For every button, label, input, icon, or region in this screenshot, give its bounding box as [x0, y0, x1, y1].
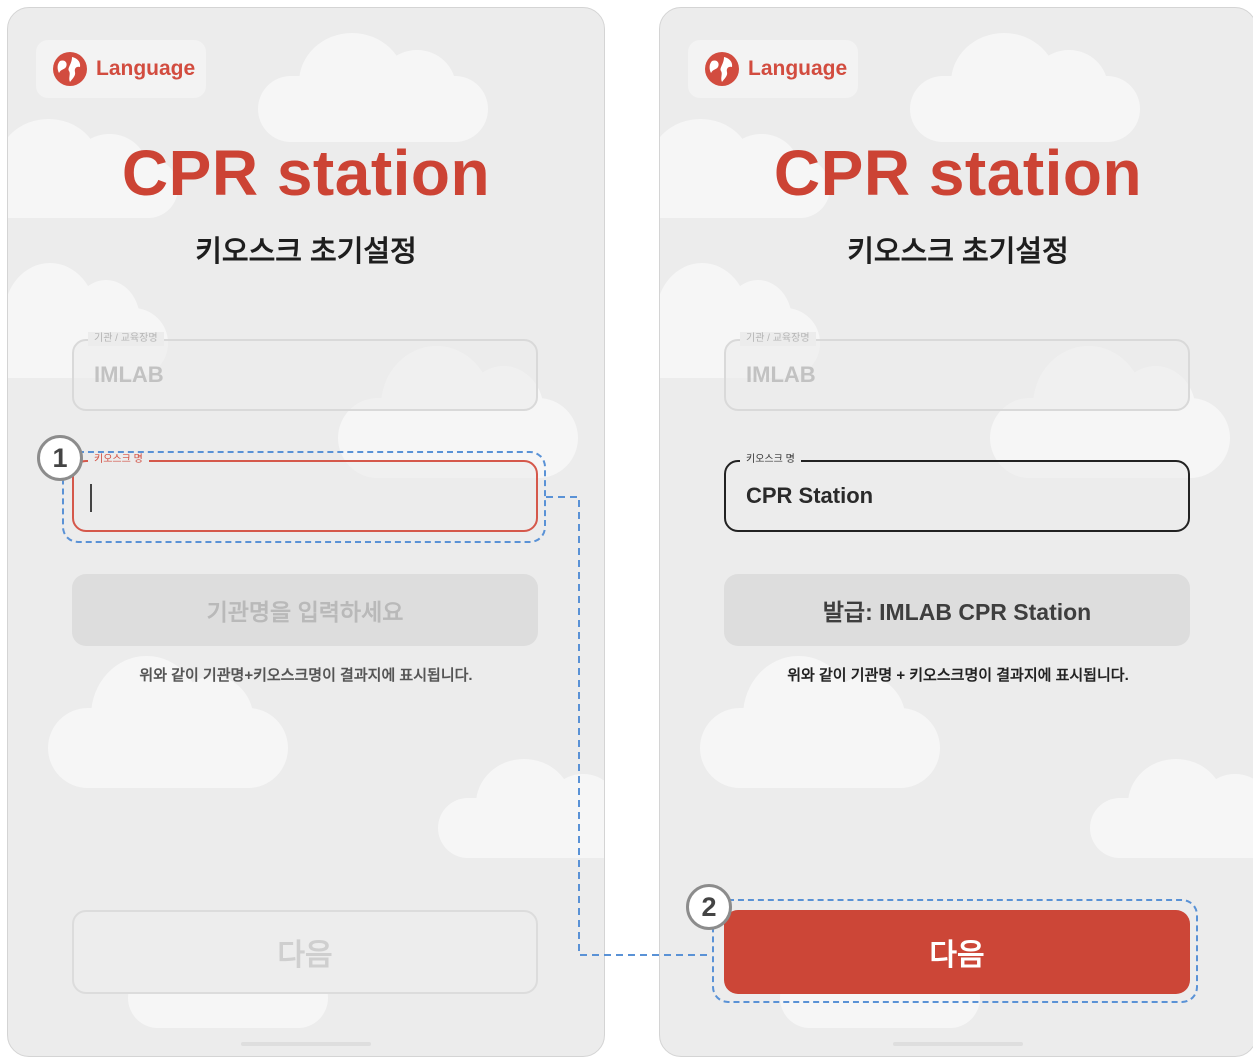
annotation-highlight-kiosk-field — [62, 451, 546, 543]
cloud-decoration — [1090, 759, 1253, 858]
org-name-field[interactable]: 기관 / 교육장명 IMLAB — [72, 332, 538, 411]
issue-preview-placeholder: 기관명을 입력하세요 — [72, 574, 538, 646]
org-name-value: IMLAB — [94, 362, 164, 387]
next-button-disabled[interactable]: 다음 — [72, 910, 538, 994]
cloud-decoration — [438, 759, 604, 858]
page-subtitle: 키오스크 초기설정 — [847, 236, 1069, 268]
page-subtitle: 키오스크 초기설정 — [195, 236, 417, 268]
cloud-decoration — [258, 33, 488, 142]
app-title: CPR station — [773, 137, 1143, 209]
language-button[interactable]: Language — [688, 40, 858, 98]
cloud-decoration — [700, 656, 940, 788]
home-indicator — [241, 1042, 371, 1046]
language-label: Language — [748, 57, 848, 80]
org-name-value: IMLAB — [746, 362, 816, 387]
language-button[interactable]: Language — [36, 40, 206, 98]
globe-icon — [705, 52, 739, 86]
step-badge-2: 2 — [686, 884, 732, 930]
home-indicator — [893, 1042, 1023, 1046]
cloud-decoration — [48, 656, 288, 788]
step-badge-1: 1 — [37, 435, 83, 481]
cloud-decoration — [910, 33, 1140, 142]
result-hint-text: 위와 같이 기관명 + 키오스크명이 결과지에 표시됩니다. — [787, 667, 1129, 684]
result-hint-text: 위와 같이 기관명+키오스크명이 결과지에 표시됩니다. — [139, 667, 473, 684]
org-name-field[interactable]: 기관 / 교육장명 IMLAB — [724, 332, 1190, 411]
app-title: CPR station — [121, 137, 491, 209]
globe-icon — [53, 52, 87, 86]
kiosk-name-value: CPR Station — [746, 483, 874, 508]
kiosk-name-input[interactable]: 키오스크 명 CPR Station — [724, 453, 1190, 532]
issue-preview: 발급: IMLAB CPR Station — [724, 574, 1190, 646]
annotation-highlight-next-button — [712, 899, 1198, 1003]
language-label: Language — [96, 57, 196, 80]
